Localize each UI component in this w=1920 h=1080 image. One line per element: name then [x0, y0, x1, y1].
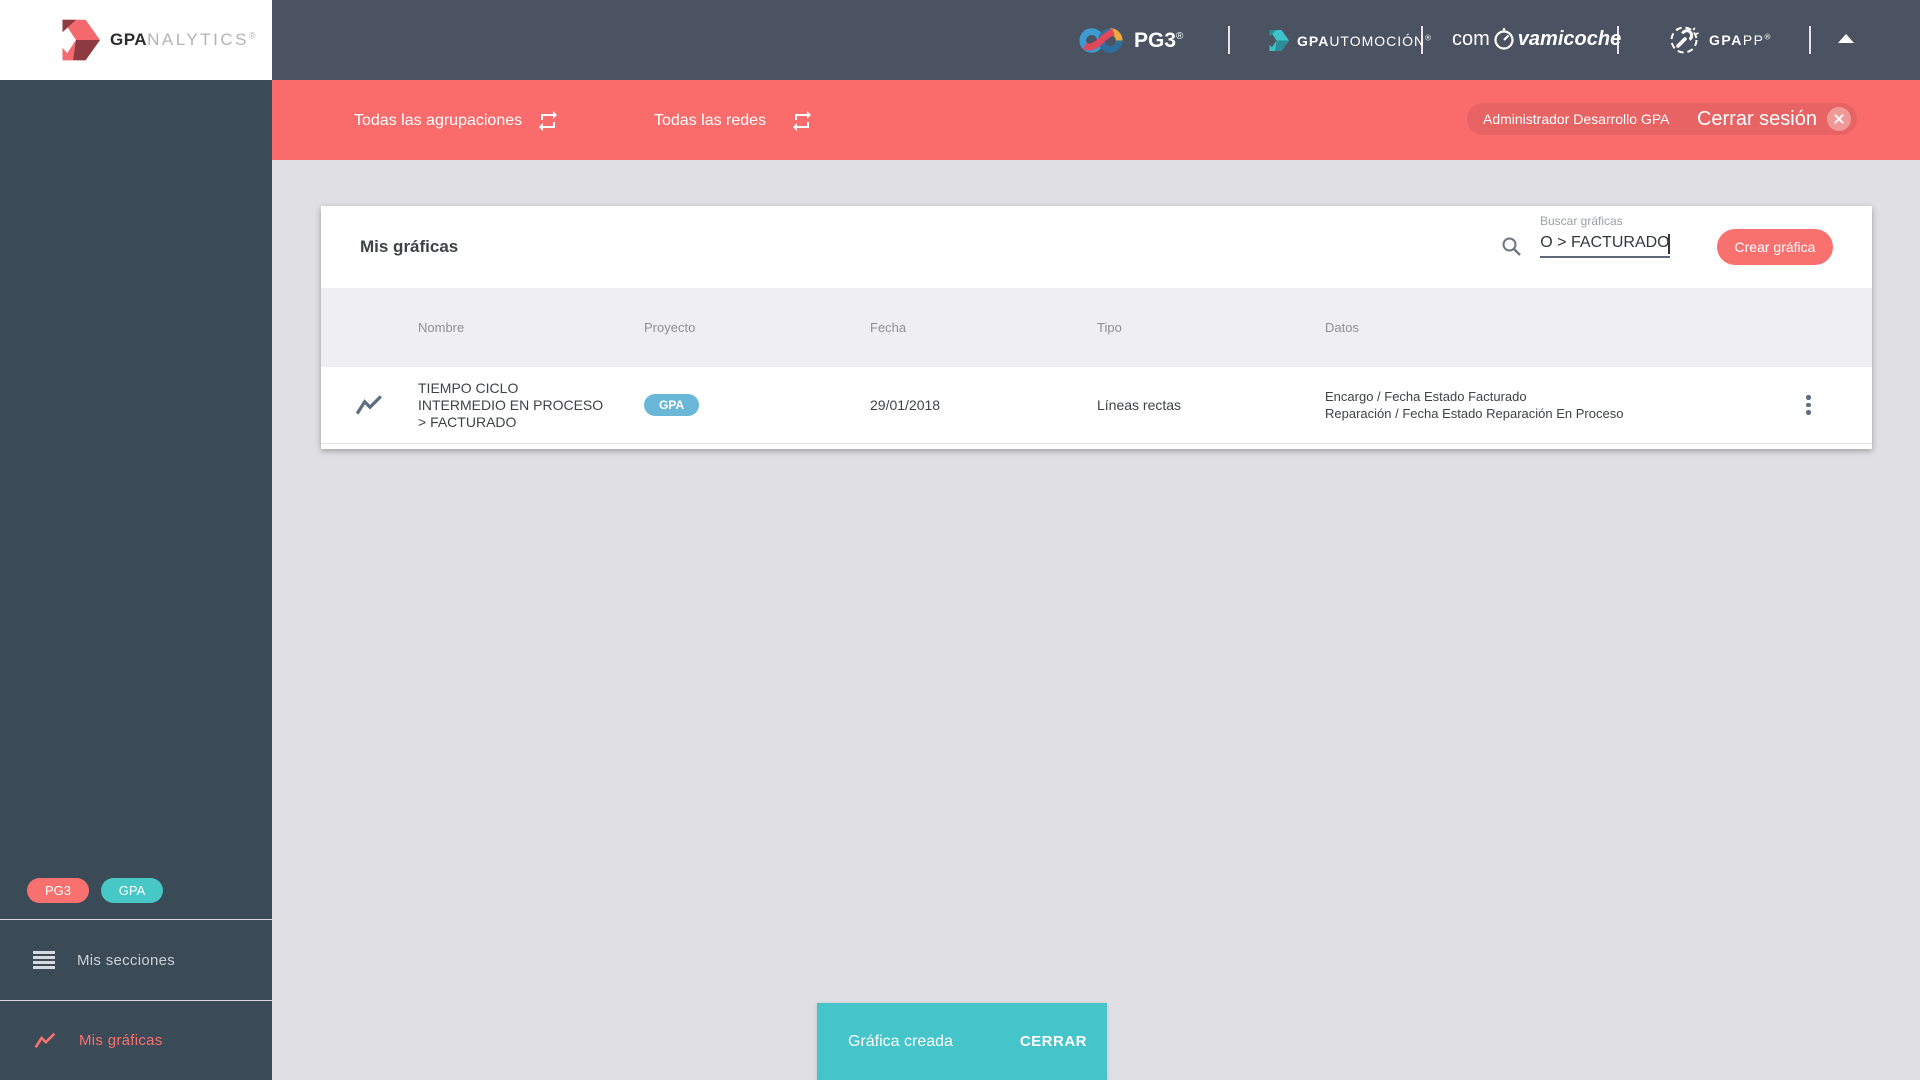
- swap-networks-icon[interactable]: [790, 109, 814, 133]
- collapse-button[interactable]: [1838, 34, 1854, 43]
- column-header-datos: Datos: [1325, 320, 1359, 335]
- clock-icon: [1494, 28, 1514, 50]
- row-data-line: Reparación / Fecha Estado Reparación En …: [1325, 406, 1624, 421]
- snackbar-close-button[interactable]: CERRAR: [1020, 1033, 1087, 1050]
- text-caret: [1668, 234, 1670, 254]
- column-header-tipo: Tipo: [1097, 320, 1122, 335]
- comova-prefix: com: [1452, 27, 1490, 50]
- filter-bar: Todas las agrupaciones Todas las redes A…: [272, 80, 1920, 160]
- snackbar: Gráfica creada CERRAR: [817, 1003, 1107, 1080]
- row-project-cell: GPA: [644, 394, 870, 416]
- user-session-chip: Administrador Desarrollo GPA Cerrar sesi…: [1467, 103, 1857, 135]
- project-badge: GPA: [644, 394, 700, 416]
- topbar-divider: [1228, 26, 1230, 54]
- swap-groupings-icon[interactable]: [536, 109, 560, 133]
- gpapp-logo[interactable]: GPAPP®: [1668, 23, 1772, 56]
- row-date: 29/01/2018: [870, 397, 941, 413]
- table-row[interactable]: TIEMPO CICLO INTERMEDIO EN PROCESO > FAC…: [321, 367, 1872, 444]
- snackbar-message: Gráfica creada: [848, 1032, 953, 1050]
- line-chart-icon: [34, 1032, 56, 1048]
- sidebar-badges: PG3 GPA: [27, 878, 163, 903]
- page-title: Mis gráficas: [360, 237, 459, 256]
- chevron-up-icon: [1838, 34, 1854, 43]
- search-label: Buscar gráficas: [1540, 214, 1623, 228]
- main-content: Mis gráficas Buscar gráficas Crear gráfi…: [272, 160, 1920, 1080]
- logout-x-icon[interactable]: [1827, 107, 1851, 131]
- comovamicoche-logo[interactable]: com vamicoche: [1452, 26, 1621, 52]
- column-header-nombre: Nombre: [418, 320, 465, 335]
- search-icon: [1502, 237, 1521, 256]
- table-header: Nombre Proyecto Fecha Tipo Datos: [321, 288, 1872, 367]
- menu-icon: [33, 951, 55, 969]
- kebab-menu-icon[interactable]: [1800, 389, 1817, 421]
- search-input[interactable]: [1540, 230, 1670, 258]
- pg3-wordmark: PG3®: [1134, 28, 1184, 52]
- sidebar: PG3 GPA Mis secciones Mis gráficas: [0, 80, 272, 1080]
- column-header-fecha: Fecha: [870, 320, 907, 335]
- sidebar-item-label: Mis gráficas: [79, 1032, 163, 1049]
- card-toolbar: Mis gráficas Buscar gráficas Crear gráfi…: [321, 206, 1872, 288]
- gpa-badge[interactable]: GPA: [101, 878, 163, 903]
- sidebar-item-label: Mis secciones: [77, 951, 176, 969]
- topbar-divider: [1617, 26, 1619, 54]
- topbar-divider: [1421, 26, 1423, 54]
- create-chart-button[interactable]: Crear gráfica: [1717, 229, 1833, 265]
- row-actions-cell: [1745, 389, 1872, 421]
- gpa-arrow-icon: [62, 19, 100, 61]
- networks-filter[interactable]: Todas las redes: [654, 112, 766, 130]
- user-name: Administrador Desarrollo GPA: [1483, 111, 1670, 127]
- pg3-infinity-icon: [1079, 28, 1123, 53]
- wrench-icon: [1670, 26, 1699, 54]
- logout-button[interactable]: Cerrar sesión: [1697, 108, 1817, 131]
- row-type: Líneas rectas: [1097, 397, 1182, 413]
- brand-wordmark: GPANALYTICS®: [110, 30, 257, 49]
- topbar: GPANALYTICS® PG3® GPAUTOMOCIÓN® com vami…: [0, 0, 1920, 80]
- gpautomocion-logo[interactable]: GPAUTOMOCIÓN®: [1263, 29, 1432, 52]
- column-header-proyecto: Proyecto: [644, 320, 696, 335]
- sidebar-item-mis-secciones[interactable]: Mis secciones: [0, 919, 272, 1000]
- gpa-analytics-logo[interactable]: GPANALYTICS®: [0, 0, 272, 80]
- gpautomocion-arrow-icon: [1269, 30, 1289, 51]
- app-screen: GPANALYTICS® PG3® GPAUTOMOCIÓN® com vami…: [0, 0, 1920, 1080]
- groupings-filter[interactable]: Todas las agrupaciones: [354, 112, 522, 130]
- row-data-line: Encargo / Fecha Estado Facturado: [1325, 389, 1527, 404]
- row-chart-type-cell: [321, 394, 418, 416]
- pg3-badge[interactable]: PG3: [27, 878, 89, 903]
- charts-card: Mis gráficas Buscar gráficas Crear gráfi…: [321, 206, 1872, 449]
- gpapp-wordmark: GPAPP®: [1709, 31, 1772, 48]
- row-data: Encargo / Fecha Estado Facturado Reparac…: [1325, 388, 1745, 422]
- gpautomocion-wordmark: GPAUTOMOCIÓN®: [1297, 32, 1433, 49]
- comova-suffix: vamicoche: [1517, 27, 1622, 50]
- row-name: TIEMPO CICLO INTERMEDIO EN PROCESO > FAC…: [418, 379, 604, 430]
- sidebar-item-mis-graficas[interactable]: Mis gráficas: [0, 1000, 272, 1080]
- topbar-divider: [1809, 26, 1811, 54]
- line-chart-icon: [355, 395, 382, 415]
- pg3-logo[interactable]: PG3®: [1078, 27, 1183, 54]
